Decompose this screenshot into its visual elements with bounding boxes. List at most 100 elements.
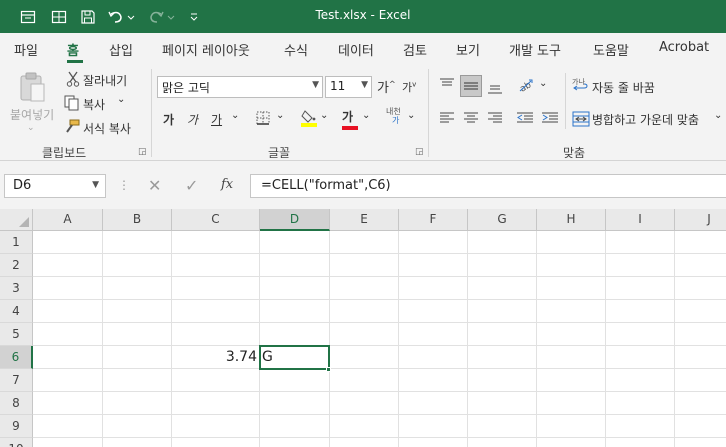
gridline-column — [536, 231, 537, 447]
column-header-a[interactable]: A — [33, 209, 103, 231]
formula-input[interactable]: =CELL("format",C6) — [250, 174, 726, 198]
paste-dropdown-icon[interactable]: ⌄ — [27, 123, 35, 133]
phonetic-dropdown-icon[interactable]: ⌄ — [407, 110, 415, 121]
tab-data[interactable]: 데이터 — [338, 40, 374, 59]
align-left-icon[interactable] — [439, 111, 455, 128]
column-header-d[interactable]: D — [260, 209, 330, 231]
copy-dropdown-icon[interactable]: ⌄ — [117, 94, 125, 105]
cut-button[interactable]: 잘라내기 — [83, 72, 127, 89]
tab-developer[interactable]: 개발 도구 — [509, 40, 561, 59]
font-size-combo[interactable]: 11 ▼ — [325, 76, 372, 98]
gridline-row — [33, 299, 726, 300]
tab-acrobat[interactable]: Acrobat — [659, 40, 709, 55]
align-top-icon[interactable] — [439, 77, 455, 94]
font-name-combo[interactable]: 맑은 고딕 ▼ — [157, 76, 323, 98]
gridline-row — [33, 345, 726, 346]
name-box[interactable]: D6 ▼ — [4, 174, 106, 198]
phonetic-top-label: 내천 — [386, 107, 401, 116]
row-header-5[interactable]: 5 — [0, 323, 33, 346]
worksheet-grid[interactable]: A B C D E F G H I J 12345678910 3.74 G — [0, 209, 726, 447]
gridline-row — [33, 368, 726, 369]
gridline-row — [33, 437, 726, 438]
column-header-f[interactable]: F — [399, 209, 468, 231]
paste-button[interactable]: 붙여넣기 — [10, 106, 54, 123]
select-all-button[interactable] — [0, 209, 33, 231]
copy-button[interactable]: 복사 — [83, 96, 105, 113]
font-launcher-icon[interactable]: ◲ — [415, 147, 424, 157]
insert-function-button[interactable]: fx — [221, 177, 233, 192]
tab-insert[interactable]: 삽입 — [109, 40, 133, 59]
borders-icon[interactable] — [256, 111, 270, 128]
font-color-dropdown-icon[interactable]: ⌄ — [362, 110, 370, 121]
italic-button[interactable]: 가 — [187, 111, 198, 128]
cancel-icon[interactable]: ✕ — [148, 176, 161, 195]
row-header-10[interactable]: 10 — [0, 438, 33, 447]
merge-center-icon[interactable] — [572, 111, 590, 130]
more-options-icon[interactable]: ⋮ — [118, 178, 130, 192]
cut-icon[interactable] — [66, 71, 80, 90]
column-header-g[interactable]: G — [468, 209, 537, 231]
svg-text:ab: ab — [518, 80, 533, 93]
gridline-column — [259, 231, 260, 447]
phonetic-button[interactable]: 내천 가 — [386, 107, 401, 125]
grow-font-button[interactable]: 가^ — [377, 77, 396, 96]
clipboard-launcher-icon[interactable]: ◲ — [138, 147, 147, 157]
column-header-j[interactable]: J — [675, 209, 726, 231]
tab-formulas[interactable]: 수식 — [284, 40, 308, 59]
row-header-1[interactable]: 1 — [0, 231, 33, 254]
align-bottom-icon[interactable] — [487, 81, 503, 98]
row-header-3[interactable]: 3 — [0, 277, 33, 300]
merge-dropdown-icon[interactable]: ⌄ — [714, 110, 722, 121]
tab-page-layout[interactable]: 페이지 레이아웃 — [162, 40, 250, 59]
column-header-c[interactable]: C — [172, 209, 260, 231]
align-middle-button[interactable] — [460, 75, 482, 97]
align-right-icon[interactable] — [487, 111, 503, 128]
column-header-h[interactable]: H — [537, 209, 606, 231]
tab-file[interactable]: 파일 — [14, 40, 38, 59]
group-divider — [151, 69, 152, 157]
orientation-dropdown-icon[interactable]: ⌄ — [539, 78, 547, 89]
format-painter-icon[interactable] — [64, 119, 80, 138]
group-divider — [565, 73, 566, 129]
tab-home[interactable]: 홈 — [67, 40, 79, 59]
column-header-e[interactable]: E — [330, 209, 399, 231]
enter-icon[interactable]: ✓ — [185, 176, 198, 195]
font-group-label: 글꼴 — [268, 146, 291, 160]
gridline-column — [398, 231, 399, 447]
tab-help[interactable]: 도움말 — [593, 40, 629, 59]
fill-handle[interactable] — [326, 367, 331, 372]
clipboard-group-label: 클립보드 — [42, 146, 87, 160]
bold-button[interactable]: 가 — [163, 111, 174, 128]
borders-dropdown-icon[interactable]: ⌄ — [276, 110, 284, 121]
fill-color-dropdown-icon[interactable]: ⌄ — [320, 110, 328, 121]
row-header-9[interactable]: 9 — [0, 415, 33, 438]
wrap-text-button[interactable]: 자동 줄 바꿈 — [592, 79, 655, 96]
row-header-8[interactable]: 8 — [0, 392, 33, 415]
row-header-4[interactable]: 4 — [0, 300, 33, 323]
font-color-button[interactable]: 가 — [342, 108, 358, 130]
increase-indent-icon[interactable] — [541, 111, 559, 128]
fill-color-icon[interactable] — [301, 109, 317, 130]
merge-center-button[interactable]: 병합하고 가운데 맞춤 — [592, 111, 699, 128]
row-header-6[interactable]: 6 — [0, 346, 33, 369]
underline-button[interactable]: 가 — [211, 111, 222, 128]
gridline-row — [33, 414, 726, 415]
orientation-icon[interactable]: ab — [518, 77, 538, 96]
column-header-b[interactable]: B — [103, 209, 172, 231]
decrease-indent-icon[interactable] — [516, 111, 534, 128]
tab-view[interactable]: 보기 — [456, 40, 480, 59]
wrap-text-icon[interactable]: 가나 — [572, 77, 590, 96]
tab-review[interactable]: 검토 — [403, 40, 427, 59]
shrink-font-button[interactable]: 가v — [402, 79, 416, 95]
paste-icon[interactable] — [17, 71, 47, 106]
format-painter-button[interactable]: 서식 복사 — [83, 120, 131, 137]
row-header-7[interactable]: 7 — [0, 369, 33, 392]
chevron-down-icon: ▼ — [312, 80, 319, 90]
column-header-i[interactable]: I — [606, 209, 675, 231]
underline-dropdown-icon[interactable]: ⌄ — [231, 110, 239, 121]
align-center-icon[interactable] — [463, 111, 479, 128]
formula-bar: D6 ▼ ⋮ ✕ ✓ fx =CELL("format",C6) — [0, 161, 726, 209]
row-header-2[interactable]: 2 — [0, 254, 33, 277]
copy-icon[interactable] — [64, 95, 80, 114]
cell-c6[interactable]: 3.74 — [172, 346, 260, 369]
